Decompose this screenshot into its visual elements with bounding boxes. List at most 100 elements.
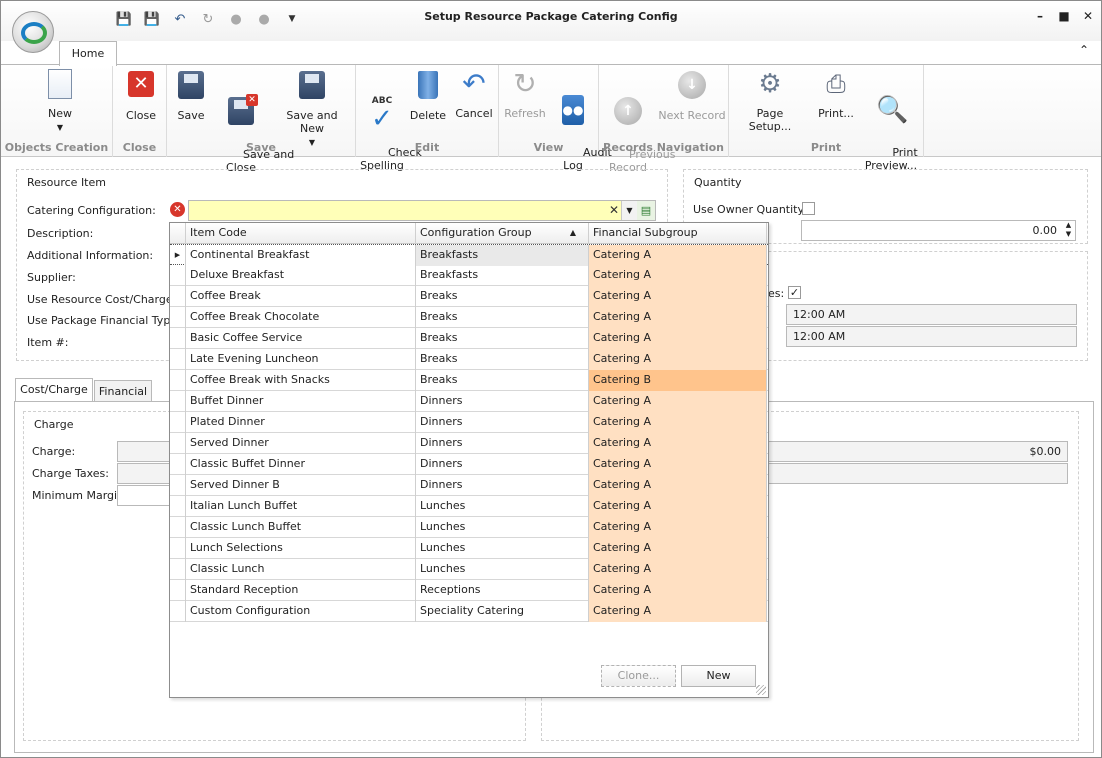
clear-icon[interactable]: ✕ bbox=[609, 203, 619, 217]
cell-financial-subgroup: Catering A bbox=[589, 286, 767, 307]
table-row[interactable]: Late Evening Luncheon Breaks Catering A bbox=[170, 349, 768, 370]
next-record-button[interactable]: ↓ Next Record bbox=[657, 69, 727, 122]
cell-configuration-group: Breakfasts bbox=[416, 245, 589, 266]
cell-configuration-group: Dinners bbox=[416, 433, 589, 454]
clone-button[interactable]: Clone... bbox=[601, 665, 676, 687]
cell-item-code: Coffee Break Chocolate bbox=[186, 307, 416, 328]
current-row-indicator-icon: ▶ bbox=[170, 245, 186, 266]
tab-financial[interactable]: Financial bbox=[94, 380, 152, 401]
table-row[interactable]: ▶ Continental Breakfast Breakfasts Catering… bbox=[170, 244, 768, 266]
cell-financial-subgroup: Catering A bbox=[589, 307, 767, 328]
magnifier-icon: 🔍 bbox=[876, 95, 909, 125]
times-checkbox[interactable]: ✓ bbox=[788, 286, 801, 299]
new-item-button[interactable]: New bbox=[681, 665, 756, 687]
sort-ascending-icon: ▲ bbox=[569, 228, 576, 237]
table-row[interactable]: Served Dinner Dinners Catering A bbox=[170, 433, 768, 454]
table-row[interactable]: Classic Buffet Dinner Dinners Catering A bbox=[170, 454, 768, 475]
cell-financial-subgroup: Catering A bbox=[589, 601, 767, 622]
row-indicator bbox=[170, 349, 186, 370]
close-x-icon: ✕ bbox=[128, 71, 154, 97]
table-row[interactable]: Coffee Break Breaks Catering A bbox=[170, 286, 768, 307]
group-print: ⚙ Page Setup... ⎙ Print... 🔍 Print Previ… bbox=[729, 65, 924, 172]
group-label: Records Navigation bbox=[603, 141, 724, 154]
cell-configuration-group: Breaks bbox=[416, 328, 589, 349]
column-header-configuration-group[interactable]: Configuration Group ▲ bbox=[416, 223, 589, 244]
cell-financial-subgroup: Catering A bbox=[589, 475, 767, 496]
maximize-icon[interactable]: ■ bbox=[1057, 9, 1071, 23]
table-row[interactable]: Plated Dinner Dinners Catering A bbox=[170, 412, 768, 433]
audit-log-button[interactable]: ●● Audit Log bbox=[555, 69, 612, 185]
grid-body: ▶ Continental Breakfast Breakfasts Catering… bbox=[170, 244, 768, 622]
cell-configuration-group: Lunches bbox=[416, 559, 589, 580]
print-preview-button[interactable]: 🔍 Print Preview... bbox=[863, 69, 919, 185]
catering-config-label: Catering Configuration: bbox=[27, 204, 156, 217]
row-indicator bbox=[170, 601, 186, 622]
table-row[interactable]: Buffet Dinner Dinners Catering A bbox=[170, 391, 768, 412]
table-row[interactable]: Lunch Selections Lunches Catering A bbox=[170, 538, 768, 559]
app-logo-icon[interactable] bbox=[12, 11, 54, 53]
table-row[interactable]: Deluxe Breakfast Breakfasts Catering A bbox=[170, 265, 768, 286]
cell-configuration-group: Dinners bbox=[416, 475, 589, 496]
collapse-ribbon-icon[interactable]: ⌃ bbox=[1079, 43, 1089, 57]
description-label: Description: bbox=[27, 227, 94, 240]
cell-financial-subgroup: Catering A bbox=[589, 580, 767, 601]
cell-financial-subgroup: Catering A bbox=[589, 349, 767, 370]
resize-grip-icon[interactable] bbox=[756, 685, 766, 695]
close-icon[interactable]: ✕ bbox=[1081, 9, 1095, 23]
page-setup-button[interactable]: ⚙ Page Setup... bbox=[735, 69, 805, 133]
cell-configuration-group: Dinners bbox=[416, 391, 589, 412]
close-button[interactable]: ✕ Close bbox=[123, 69, 159, 122]
new-button[interactable]: New ▼ bbox=[41, 69, 79, 134]
table-row[interactable]: Classic Lunch Lunches Catering A bbox=[170, 559, 768, 580]
table-row[interactable]: Standard Reception Receptions Catering A bbox=[170, 580, 768, 601]
cell-configuration-group: Receptions bbox=[416, 580, 589, 601]
column-header-financial-subgroup[interactable]: Financial Subgroup bbox=[589, 223, 767, 244]
charge-taxes-input[interactable] bbox=[117, 463, 177, 484]
use-resource-cost-label: Use Resource Cost/Charge: bbox=[27, 293, 177, 306]
use-owner-quantity-checkbox[interactable] bbox=[802, 202, 815, 215]
table-row[interactable]: Served Dinner B Dinners Catering A bbox=[170, 475, 768, 496]
catering-grid: Item Code Configuration Group ▲ Financia… bbox=[170, 223, 768, 622]
edit-list-icon[interactable]: ▤ bbox=[637, 201, 655, 220]
row-indicator bbox=[170, 496, 186, 517]
quantity-input[interactable]: 0.00 ▲ ▼ bbox=[801, 220, 1076, 241]
table-row[interactable]: Italian Lunch Buffet Lunches Catering A bbox=[170, 496, 768, 517]
quantity-spinner[interactable]: ▲ ▼ bbox=[1062, 221, 1075, 240]
start-time-field[interactable]: 12:00 AM bbox=[786, 304, 1077, 325]
end-time-field[interactable]: 12:00 AM bbox=[786, 326, 1077, 347]
table-row[interactable]: Coffee Break with Snacks Breaks Catering B bbox=[170, 370, 768, 391]
dropdown-arrow-icon[interactable]: ▼ bbox=[621, 201, 637, 220]
spell-check-icon: ABC ✓ bbox=[371, 96, 393, 134]
cell-item-code: Deluxe Breakfast bbox=[186, 265, 416, 286]
cancel-button[interactable]: ↶ Cancel bbox=[454, 69, 494, 121]
cell-financial-subgroup: Catering A bbox=[589, 496, 767, 517]
tab-home[interactable]: Home bbox=[59, 41, 117, 66]
item-number-label: Item #: bbox=[27, 336, 69, 349]
minimum-margin-input[interactable] bbox=[117, 485, 177, 506]
table-row[interactable]: Basic Coffee Service Breaks Catering A bbox=[170, 328, 768, 349]
group-label: Edit bbox=[414, 141, 440, 154]
table-row[interactable]: Coffee Break Chocolate Breaks Catering A bbox=[170, 307, 768, 328]
cell-configuration-group: Breaks bbox=[416, 349, 589, 370]
row-indicator bbox=[170, 265, 186, 286]
refresh-button[interactable]: ↻ Refresh bbox=[503, 67, 547, 121]
cost-amount-field[interactable]: $0.00 bbox=[761, 441, 1068, 462]
column-header-item-code[interactable]: Item Code bbox=[186, 223, 416, 244]
save-and-new-button[interactable]: Save and New ▼ bbox=[275, 69, 349, 149]
catering-config-combo[interactable]: ✕ ▼ ▤ bbox=[188, 200, 656, 221]
check-spelling-button[interactable]: ABC ✓ Check Spelling bbox=[360, 69, 422, 185]
table-row[interactable]: Classic Lunch Buffet Lunches Catering A bbox=[170, 517, 768, 538]
print-button[interactable]: ⎙ Print... bbox=[813, 69, 859, 120]
refresh-icon: ↻ bbox=[513, 67, 537, 100]
minimize-icon[interactable]: – bbox=[1033, 9, 1047, 23]
delete-button[interactable]: Delete bbox=[408, 69, 448, 122]
row-indicator bbox=[170, 370, 186, 391]
table-row[interactable]: Custom Configuration Speciality Catering C… bbox=[170, 601, 768, 622]
cost-taxes-field[interactable] bbox=[761, 463, 1068, 484]
save-button[interactable]: Save bbox=[173, 69, 209, 122]
arrow-down-icon: ↓ bbox=[678, 71, 706, 99]
quantity-value: 0.00 bbox=[1032, 224, 1058, 237]
ribbon-tab-row: Home ⌃ bbox=[1, 41, 1101, 66]
tab-cost-charge[interactable]: Cost/Charge bbox=[15, 378, 93, 402]
charge-input[interactable] bbox=[117, 441, 177, 462]
